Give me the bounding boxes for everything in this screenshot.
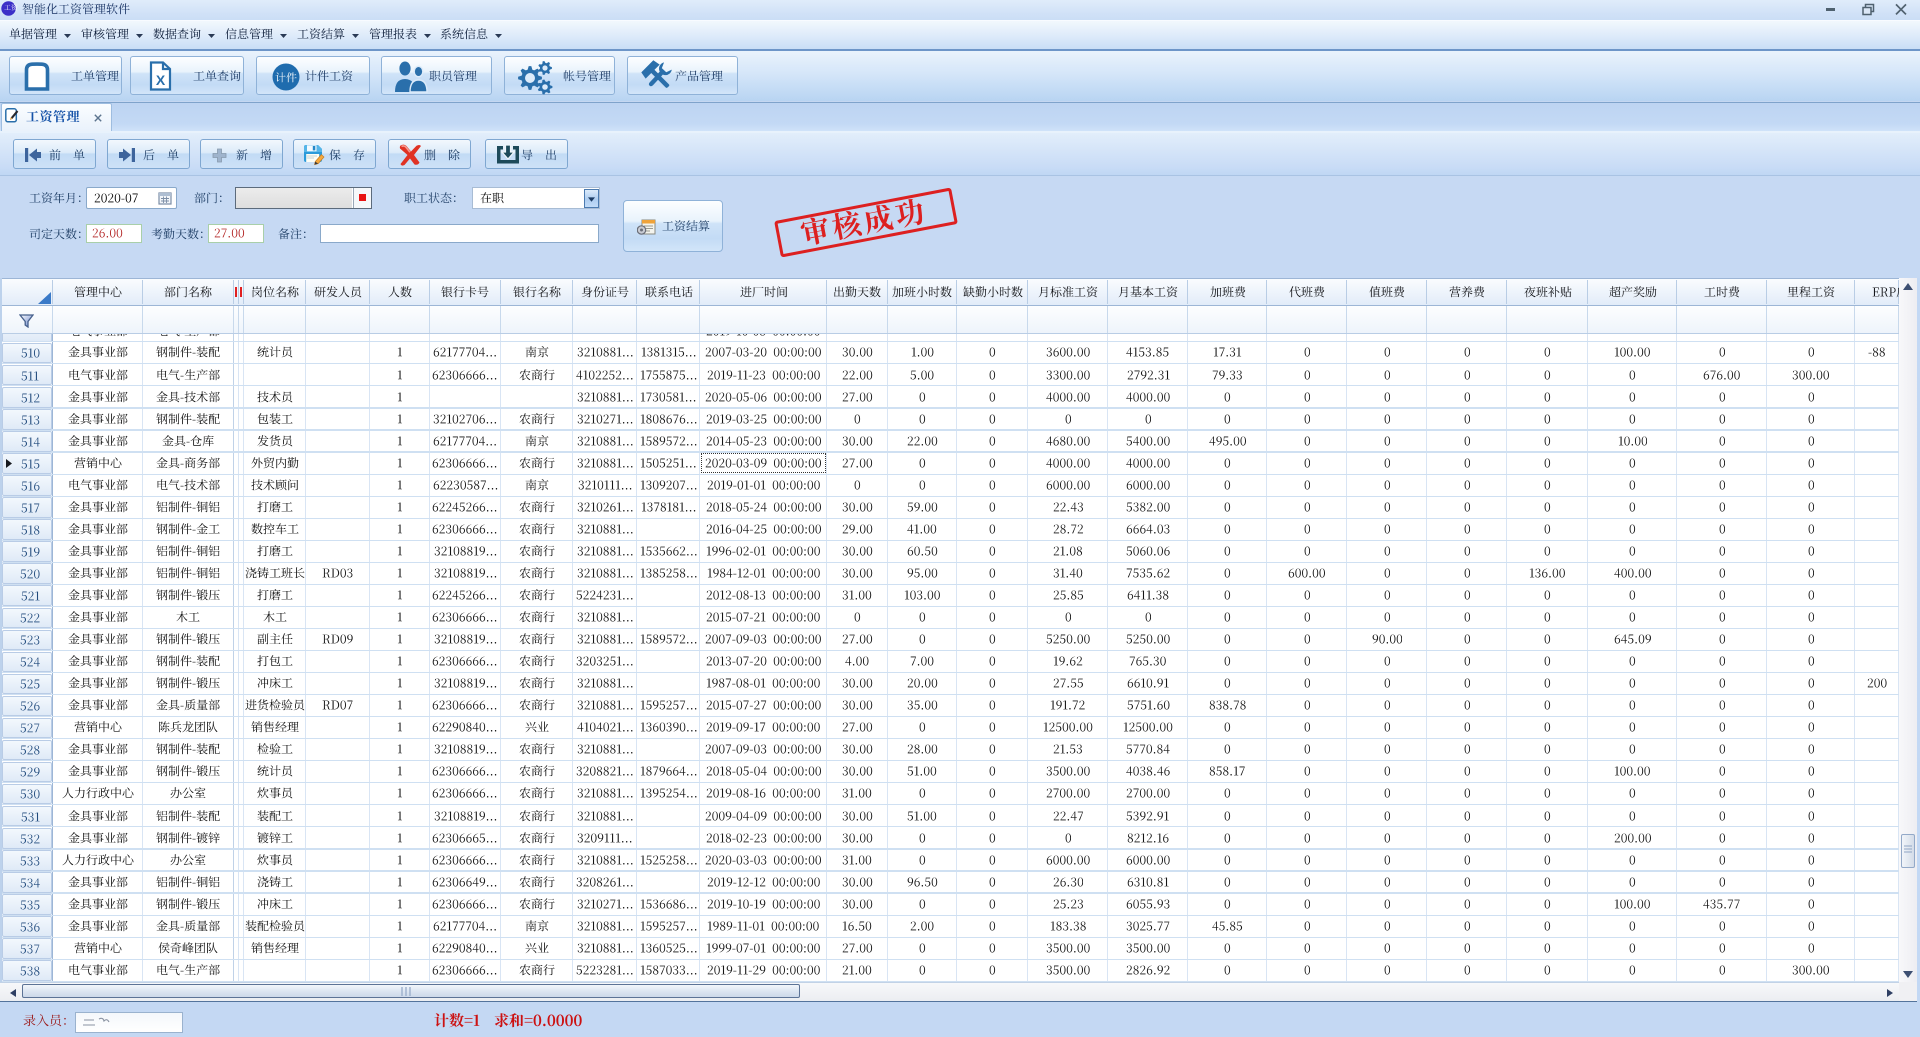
svg-text:X: X [156,72,166,88]
